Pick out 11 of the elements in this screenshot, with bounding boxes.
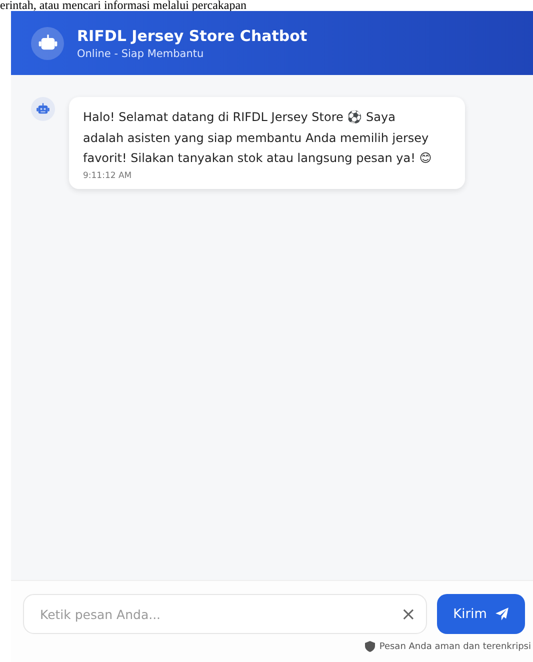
security-note: Pesan Anda aman dan terenkripsi: [379, 642, 531, 652]
clear-button[interactable]: ×: [400, 604, 416, 624]
shield-icon: [365, 641, 376, 652]
message-time: 9:11:12 AM: [83, 170, 133, 180]
status-text: Online - Siap Membantu: [77, 48, 205, 60]
message-text: Halo! Selamat datang di RIFDL Jersey Store ⚽ Saya adalah asisten yang siap membantu Anda memilih jersey favorit! Silakan tanyakan stok atau langsung pesan ya! 😊: [83, 109, 433, 167]
robot-icon: [36, 102, 50, 116]
chat-title: RIFDL Jersey Store Chatbot: [77, 26, 308, 44]
paper-plane-icon: [494, 607, 509, 621]
send-button[interactable]: Kirim: [437, 594, 525, 634]
message-input[interactable]: Ketik pesan Anda... ×: [23, 594, 427, 634]
